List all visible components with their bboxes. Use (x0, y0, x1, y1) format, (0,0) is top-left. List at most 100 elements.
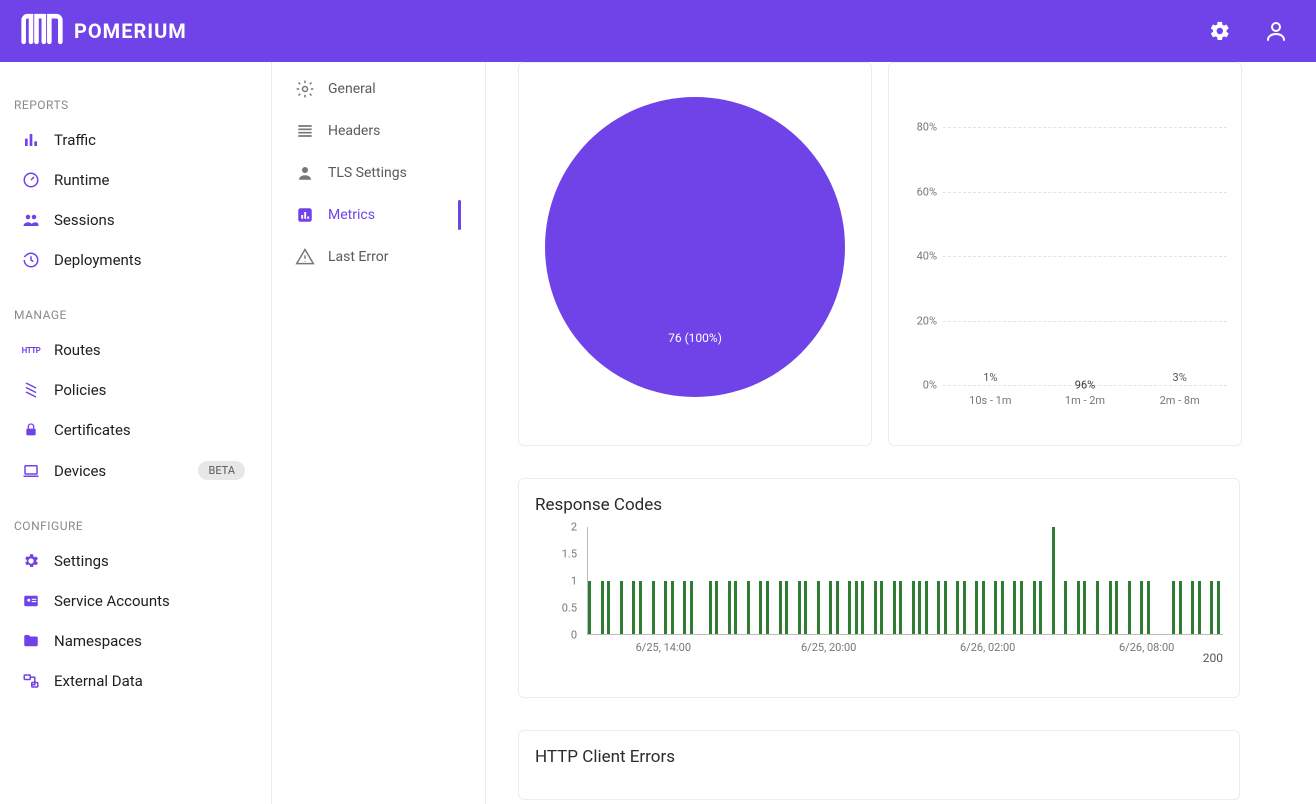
settings-gear-icon[interactable] (1208, 19, 1232, 43)
subnav-item-last-error[interactable]: Last Error (272, 236, 485, 278)
response-code-bar (1140, 581, 1143, 635)
sidebar-item-traffic[interactable]: Traffic (0, 120, 271, 160)
lock-icon (22, 421, 40, 439)
sidebar-item-label: Traffic (54, 131, 249, 149)
response-code-bar (1109, 581, 1112, 635)
folder-icon (22, 632, 40, 650)
response-code-bar (804, 581, 807, 635)
list-icon (294, 120, 316, 142)
response-codes-card: Response Codes 00.511.526/25, 14:006/25,… (518, 478, 1240, 698)
brand: POMERIUM (20, 13, 187, 49)
sidebar-item-label: External Data (54, 672, 249, 690)
gear-icon (22, 552, 40, 570)
response-code-bar (683, 581, 686, 635)
x-axis-tick-label: 10s - 1m (969, 394, 1011, 407)
pie-chart: 76 (100%) (545, 97, 845, 397)
response-code-bar (1115, 581, 1118, 635)
sidebar-item-label: Settings (54, 552, 249, 570)
y-axis-tick-label: 0% (897, 379, 937, 392)
response-code-bar (956, 581, 959, 635)
bar-chart-icon (22, 131, 40, 149)
y-axis-tick-label: 0.5 (562, 602, 577, 615)
response-code-bar (734, 581, 737, 635)
response-code-bar (1013, 581, 1016, 635)
pomerium-logo-icon (20, 13, 64, 49)
response-code-bar (607, 581, 610, 635)
sidebar-section-title: CONFIGURE (0, 511, 271, 541)
warning-icon (294, 246, 316, 268)
sidebar-item-devices[interactable]: DevicesBETA (0, 450, 271, 491)
response-code-bar (848, 581, 851, 635)
sidebar-item-label: Certificates (54, 421, 249, 439)
sidebar-item-label: Devices (54, 462, 184, 480)
response-code-bar (1179, 581, 1182, 635)
response-code-bar (1147, 581, 1150, 635)
x-axis-tick-label: 6/26, 08:00 (1119, 641, 1174, 654)
http-client-errors-card: HTTP Client Errors (518, 730, 1240, 800)
response-code-bar (620, 581, 623, 635)
person-icon (294, 162, 316, 184)
response-code-bar (1191, 581, 1194, 635)
response-code-bar (759, 581, 762, 635)
gauge-icon (22, 171, 40, 189)
response-code-bar (715, 581, 718, 635)
latency-histogram-card: 0%20%40%60%80%1%10s - 1m96%1m - 2m3%2m -… (888, 62, 1242, 446)
sidebar-item-runtime[interactable]: Runtime (0, 160, 271, 200)
sidebar-item-settings[interactable]: Settings (0, 541, 271, 581)
sidebar-item-deployments[interactable]: Deployments (0, 240, 271, 280)
sidebar-item-label: Sessions (54, 211, 249, 229)
main-content: 76 (100%) 0%20%40%60%80%1%10s - 1m96%1m … (486, 62, 1316, 804)
response-code-bar (1033, 581, 1036, 635)
subnav-item-label: General (328, 81, 376, 97)
response-code-bar (728, 581, 731, 635)
subnav-item-metrics[interactable]: Metrics (272, 194, 485, 236)
response-code-bar (652, 581, 655, 635)
response-code-bar (1020, 581, 1023, 635)
response-code-bar (893, 581, 896, 635)
people-icon (22, 211, 40, 229)
response-code-bar (994, 581, 997, 635)
subnav-item-label: TLS Settings (328, 165, 407, 181)
sidebar-item-service-accounts[interactable]: Service Accounts (0, 581, 271, 621)
subnav-item-headers[interactable]: Headers (272, 110, 485, 152)
y-axis-tick-label: 0 (571, 629, 577, 642)
response-code-bar (982, 581, 985, 635)
subnav-item-label: Last Error (328, 249, 388, 265)
subnav-item-label: Headers (328, 123, 380, 139)
sidebar-item-label: Policies (54, 381, 249, 399)
subnav-item-general[interactable]: General (272, 68, 485, 110)
x-axis-tick-label: 1m - 2m (1065, 394, 1105, 407)
bar-value-label: 1% (962, 371, 1018, 384)
response-code-bar (1052, 527, 1055, 634)
sidebar-item-external-data[interactable]: External Data (0, 661, 271, 701)
y-axis-tick-label: 2 (571, 521, 577, 534)
sidebar: REPORTS Traffic Runtime Sessions Deployments… (0, 62, 272, 804)
sidebar-item-sessions[interactable]: Sessions (0, 200, 271, 240)
response-code-bar (1198, 581, 1201, 635)
sidebar-item-policies[interactable]: Policies (0, 370, 271, 410)
x-axis-tick-label: 2m - 8m (1160, 394, 1200, 407)
response-code-bar (766, 581, 769, 635)
sidebar-section-title: MANAGE (0, 300, 271, 330)
account-icon[interactable] (1264, 19, 1288, 43)
sidebar-section-title: REPORTS (0, 90, 271, 120)
subnav-item-tls-settings[interactable]: TLS Settings (272, 152, 485, 194)
brand-title: POMERIUM (74, 19, 187, 43)
sidebar-item-routes[interactable]: HTTP Routes (0, 330, 271, 370)
http-icon: HTTP (22, 341, 40, 359)
sidebar-item-certificates[interactable]: Certificates (0, 410, 271, 450)
y-axis-tick-label: 80% (897, 121, 937, 134)
subnav-item-label: Metrics (328, 207, 375, 223)
response-code-bar (861, 581, 864, 635)
gear-outline-icon (294, 78, 316, 100)
response-code-bar (1096, 581, 1099, 635)
response-code-bar (829, 581, 832, 635)
response-code-bar (779, 581, 782, 635)
sidebar-item-label: Routes (54, 341, 249, 359)
y-axis-tick-label: 60% (897, 185, 937, 198)
metrics-icon (294, 204, 316, 226)
y-axis-tick-label: 1 (571, 575, 577, 588)
y-axis-tick-label: 20% (897, 314, 937, 327)
response-code-bar (855, 581, 858, 635)
sidebar-item-namespaces[interactable]: Namespaces (0, 621, 271, 661)
